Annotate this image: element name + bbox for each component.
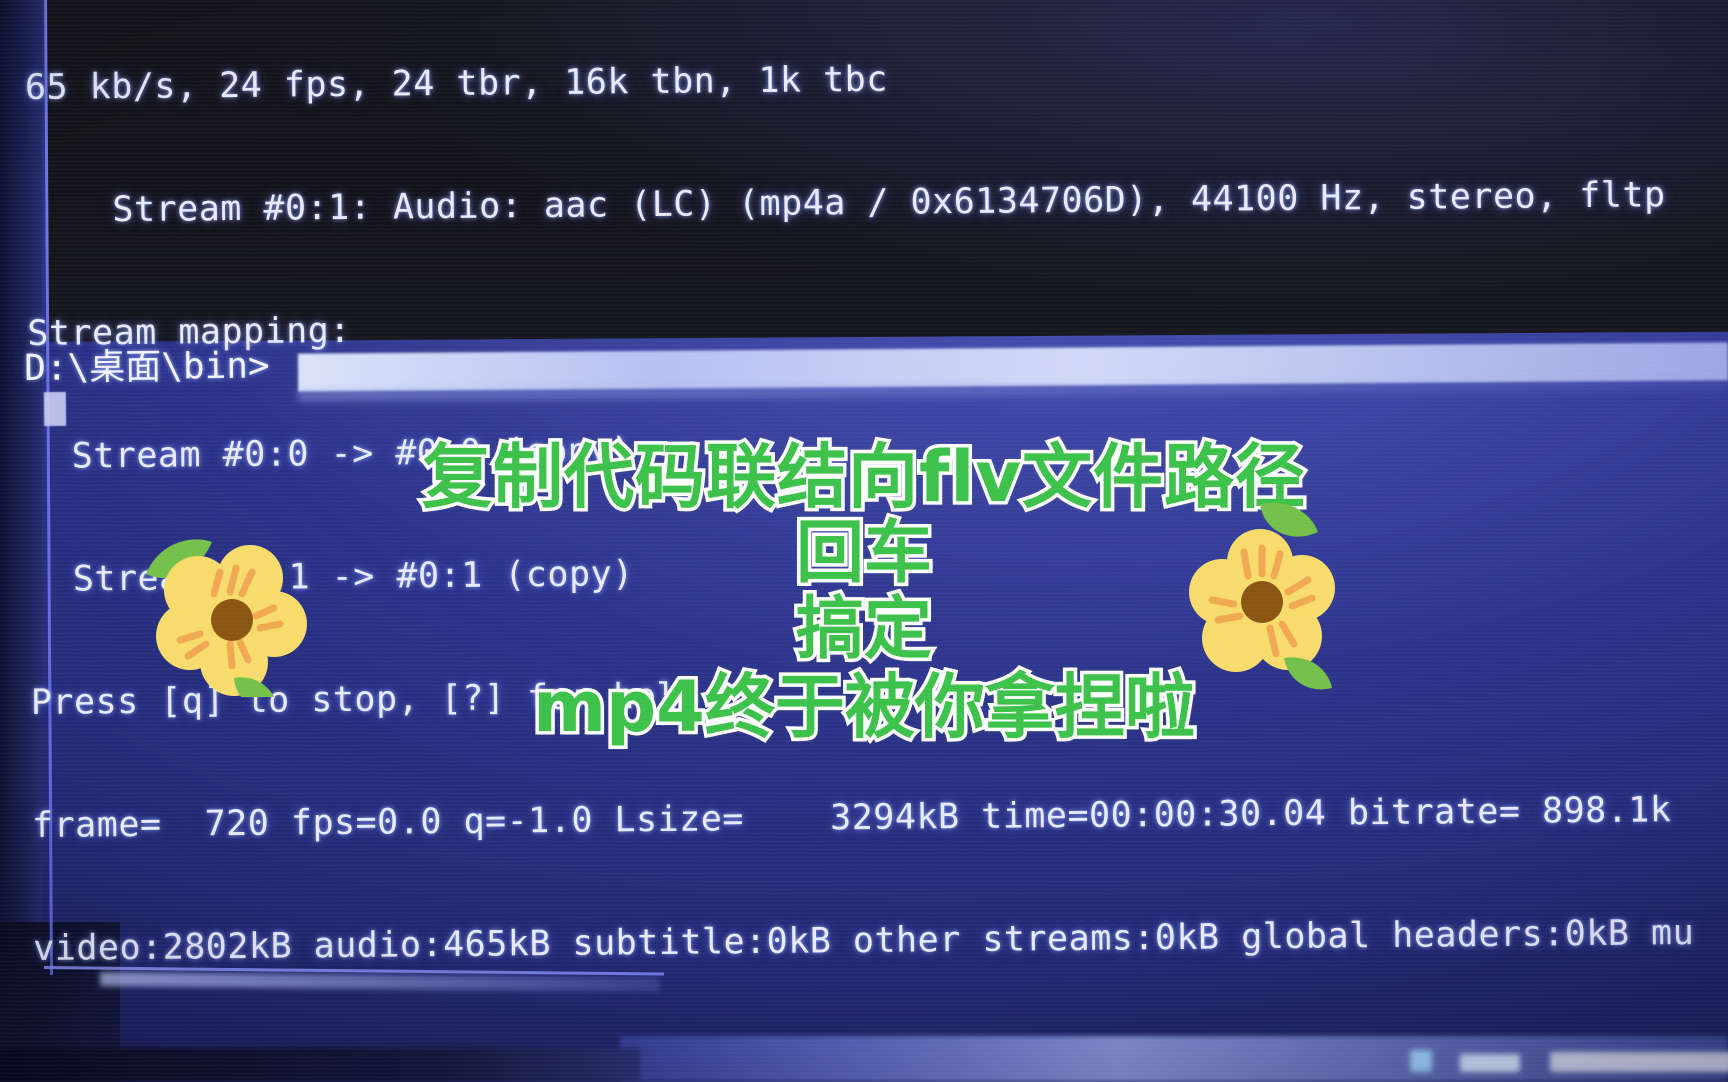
leaf-icon-lower — [1284, 657, 1332, 690]
flower-center — [211, 599, 253, 641]
taskbar-icon-1[interactable] — [1410, 1050, 1432, 1072]
console-line: frame= 720 fps=0.0 q=-1.0 Lsize= 3294kB … — [31, 790, 1672, 846]
flower-sticker-right — [1168, 496, 1368, 695]
console-line: video:2802kB audio:465kB subtitle:0kB ot… — [33, 913, 1695, 969]
screenshot-root: 65 kb/s, 24 fps, 24 tbr, 16k tbn, 1k tbc… — [0, 0, 1728, 1082]
text-cursor — [43, 391, 67, 427]
taskbar-icon-2[interactable] — [1460, 1054, 1520, 1072]
flower-center — [1241, 581, 1283, 623]
console-line: Stream #0:0 -> #0:0 (copy) — [28, 431, 633, 477]
taskbar-icon-3[interactable] — [1550, 1052, 1728, 1072]
console-line: Stream #0:1: Audio: aac (LC) (mp4a / 0x6… — [25, 175, 1666, 231]
taskbar[interactable] — [620, 1036, 1728, 1082]
flower-sticker-left — [128, 512, 328, 710]
console-line: 65 kb/s, 24 fps, 24 tbr, 16k tbn, 1k tbc — [24, 59, 889, 108]
taskbar-left-shadow — [0, 1048, 640, 1082]
leaf-icon-lower — [234, 677, 278, 710]
